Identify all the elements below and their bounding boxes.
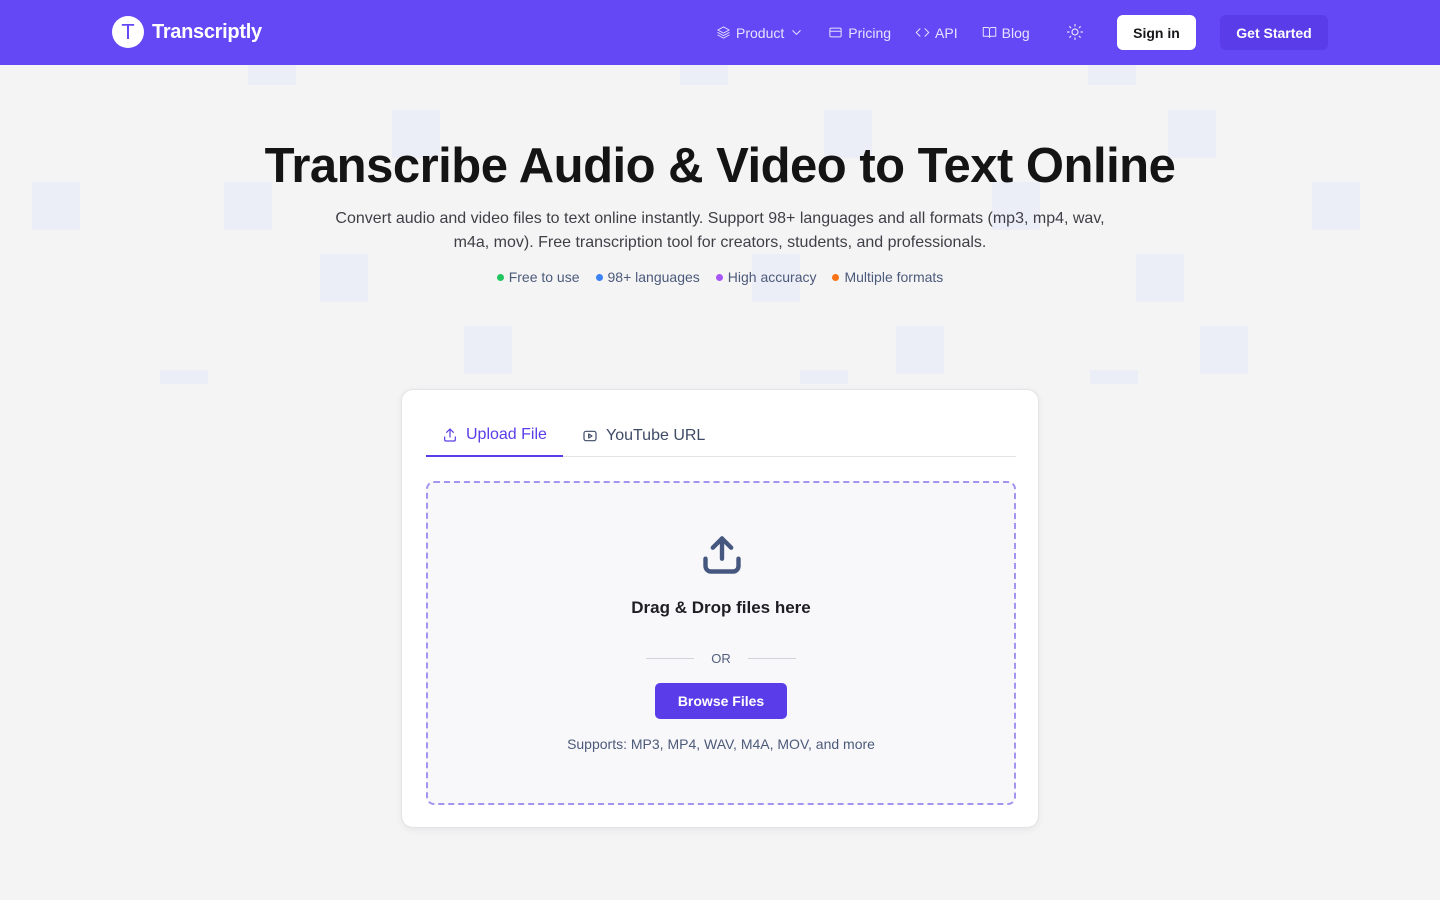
book-open-icon (982, 27, 996, 38)
background-pattern-square (248, 65, 296, 85)
green-dot-icon (496, 273, 504, 281)
sun-icon (1066, 23, 1084, 41)
feature-label: Multiple formats (844, 269, 944, 285)
supported-formats-text: Supports: MP3, MP4, WAV, M4A, MOV, and m… (567, 736, 875, 752)
brand-home-link[interactable]: T Transcriptly (112, 16, 262, 48)
background-pattern-square (1090, 370, 1138, 384)
tab-youtube-url-label: YouTube URL (606, 426, 706, 444)
top-navbar: T Transcriptly Product Pricing API Blog … (0, 0, 1440, 65)
hero-title: Transcribe Audio & Video to Text Online (264, 139, 1176, 193)
dropzone-title: Drag & Drop files here (631, 598, 811, 617)
background-pattern-square (896, 326, 944, 374)
nav-pricing-label: Pricing (848, 24, 892, 41)
blue-dot-icon (595, 273, 603, 281)
feature-item: 98+ languages (595, 269, 700, 285)
hero-subtitle: Convert audio and video files to text on… (335, 210, 1105, 251)
feature-item: Multiple formats (832, 269, 943, 285)
purple-dot-icon (715, 273, 723, 281)
nav-blog-link[interactable]: Blog (982, 25, 1030, 41)
or-divider: OR (646, 648, 796, 668)
feature-label: 98+ languages (607, 269, 700, 285)
credit-card-icon (829, 27, 842, 38)
code-icon (915, 28, 930, 37)
tab-upload-file[interactable]: Upload File (426, 414, 563, 457)
layers-icon (717, 26, 730, 39)
nav-product-label: Product (736, 24, 785, 41)
background-pattern-square (160, 370, 208, 384)
browse-files-button[interactable]: Browse Files (655, 683, 787, 719)
upload-card: Upload File YouTube URL Drag & Drop file… (401, 389, 1039, 828)
nav-product-dropdown[interactable]: Product (716, 25, 804, 41)
nav-api-link[interactable]: API (915, 25, 958, 41)
background-pattern-square (464, 326, 512, 374)
feature-label: Free to use (508, 269, 580, 285)
divider-line (646, 657, 694, 659)
feature-item: High accuracy (715, 269, 817, 285)
background-pattern-square (800, 370, 848, 384)
sign-in-button[interactable]: Sign in (1117, 15, 1196, 50)
feature-list: Free to use 98+ languages High accuracy … (0, 269, 1440, 285)
nav-blog-label: Blog (1001, 24, 1030, 41)
background-pattern-square (1088, 65, 1136, 85)
upload-tabs: Upload File YouTube URL (426, 414, 1016, 457)
get-started-button[interactable]: Get Started (1220, 15, 1328, 50)
background-pattern-square (680, 65, 728, 85)
feature-label: High accuracy (727, 269, 817, 285)
chevron-down-icon (792, 30, 801, 35)
nav-pricing-link[interactable]: Pricing (828, 25, 891, 41)
main-nav: Product Pricing API Blog (716, 0, 1054, 65)
divider-line (748, 657, 796, 659)
brand-name: Transcriptly (152, 20, 262, 43)
tab-upload-file-label: Upload File (466, 425, 547, 443)
tab-youtube-url[interactable]: YouTube URL (566, 414, 721, 457)
nav-api-label: API (935, 24, 958, 41)
background-pattern-square (1200, 326, 1248, 374)
youtube-icon (583, 430, 597, 441)
theme-toggle-button[interactable] (1066, 23, 1084, 41)
or-label: OR (711, 650, 731, 666)
orange-dot-icon (832, 273, 840, 281)
file-dropzone[interactable]: Drag & Drop files here OR Browse Files S… (426, 481, 1016, 805)
upload-icon (444, 427, 456, 442)
upload-cloud-icon (700, 533, 744, 577)
brand-logo-icon: T (112, 16, 144, 48)
feature-item: Free to use (496, 269, 580, 285)
